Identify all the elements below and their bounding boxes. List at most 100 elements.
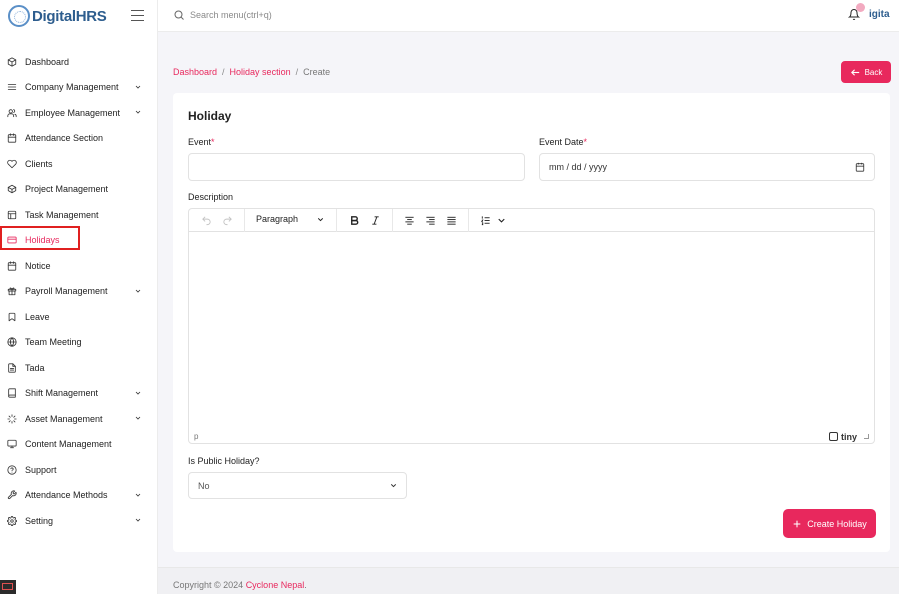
hamburger-menu-icon[interactable] (131, 10, 144, 21)
toolbar-divider (336, 209, 337, 232)
sidebar-item-shift-management[interactable]: Shift Management (0, 381, 157, 407)
form-title: Holiday (188, 109, 232, 123)
monitor-icon (7, 439, 17, 449)
sidebar-item-task-management[interactable]: Task Management (0, 202, 157, 228)
italic-icon[interactable] (368, 213, 382, 227)
redo-icon[interactable] (220, 213, 234, 227)
sidebar-item-attendance-methods[interactable]: Attendance Methods (0, 483, 157, 509)
breadcrumb-holiday-section[interactable]: Holiday section (230, 67, 291, 77)
block-format-value: Paragraph (256, 214, 299, 224)
book-icon (7, 388, 17, 398)
user-name[interactable]: igita (869, 9, 890, 20)
numbered-list-icon[interactable] (478, 213, 492, 227)
sidebar-item-label: Notice (25, 260, 51, 271)
sidebar-item-leave[interactable]: Leave (0, 304, 157, 330)
gift-icon (7, 286, 17, 296)
sidebar-item-asset-management[interactable]: Asset Management (0, 406, 157, 432)
logo-icon (8, 5, 30, 27)
tiny-brand[interactable]: tiny (828, 432, 869, 442)
chevron-down-icon (134, 491, 142, 499)
bookmark-icon (7, 312, 17, 322)
corner-widget[interactable] (0, 580, 16, 594)
sidebar-item-team-meeting[interactable]: Team Meeting (0, 330, 157, 356)
sidebar-item-project-management[interactable]: Project Management (0, 177, 157, 203)
sidebar-item-employee-management[interactable]: Employee Management (0, 100, 157, 126)
calendar-icon (7, 133, 17, 143)
public-holiday-label: Is Public Holiday? (188, 456, 260, 466)
required-mark: * (583, 137, 588, 147)
help-circle-icon (7, 465, 17, 475)
sidebar-item-notice[interactable]: Notice (0, 253, 157, 279)
resize-handle-icon[interactable] (864, 434, 869, 439)
plus-icon (793, 520, 801, 527)
event-date-input[interactable]: mm / dd / yyyy (539, 153, 875, 181)
sidebar-item-label: Attendance Methods (25, 490, 108, 501)
align-justify-icon[interactable] (444, 213, 458, 227)
tiny-logo-icon (828, 432, 838, 441)
top-bar: igita (158, 0, 899, 32)
breadcrumb-separator: / (222, 67, 225, 77)
list-options-chevron-icon[interactable] (494, 213, 508, 227)
toolbar-divider (468, 209, 469, 232)
undo-icon[interactable] (199, 213, 213, 227)
sidebar-item-label: Dashboard (25, 56, 70, 67)
chevron-down-icon (134, 414, 142, 422)
bold-icon[interactable] (347, 213, 361, 227)
heart-icon (7, 159, 17, 169)
sidebar-item-company-management[interactable]: Company Management (0, 75, 157, 101)
chevron-down-icon (134, 108, 142, 116)
sidebar-item-clients[interactable]: Clients (0, 151, 157, 177)
description-label: Description (188, 192, 234, 202)
sidebar-item-content-management[interactable]: Content Management (0, 432, 157, 458)
editor-content-area[interactable] (189, 232, 874, 431)
sidebar-item-setting[interactable]: Setting (0, 508, 157, 534)
bell-icon[interactable] (848, 8, 860, 21)
search-input[interactable] (190, 7, 390, 23)
block-format-select[interactable]: Paragraph (256, 214, 325, 224)
sidebar-item-tada[interactable]: Tada (0, 355, 157, 381)
element-path[interactable]: p (194, 432, 198, 441)
event-date-placeholder: mm / dd / yyyy (549, 162, 608, 172)
create-holiday-button[interactable]: Create Holiday (783, 509, 876, 538)
calendar-icon[interactable] (855, 162, 865, 172)
chevron-down-icon (317, 217, 324, 221)
event-date-label: Event Date* (539, 137, 587, 147)
holiday-form-card: Holiday Event* Event Date* mm / dd / yyy… (173, 93, 890, 552)
sidebar-item-attendance-section[interactable]: Attendance Section (0, 126, 157, 152)
public-holiday-select[interactable]: No (188, 472, 407, 499)
sidebar-item-label: Project Management (25, 184, 109, 195)
breadcrumb-current: Create (303, 67, 331, 77)
required-mark: * (211, 137, 215, 147)
sidebar-item-holidays[interactable]: Holidays (0, 228, 157, 254)
chevron-down-icon (134, 287, 142, 295)
sidebar-item-label: Asset Management (25, 413, 103, 424)
sidebar-item-label: Tada (25, 362, 45, 373)
sidebar-nav: Dashboard Company Management Employee Mana… (0, 49, 157, 534)
toolbar-divider (244, 209, 245, 232)
footer: Copyright © 2024 Cyclone Nepal. (158, 567, 899, 594)
logo[interactable]: DigitalHRS (0, 0, 157, 32)
grid-icon (7, 210, 17, 220)
chevron-down-icon (134, 516, 142, 524)
globe-icon (7, 337, 17, 347)
sidebar-item-label: Task Management (25, 209, 99, 220)
chevron-down-icon (134, 83, 142, 91)
copyright: Copyright © 2024 Cyclone Nepal. (173, 580, 307, 590)
event-label: Event* (188, 137, 215, 147)
sidebar-item-dashboard[interactable]: Dashboard (0, 49, 157, 75)
back-button[interactable]: Back (841, 61, 891, 83)
breadcrumb-separator: / (295, 67, 299, 77)
sidebar-item-support[interactable]: Support (0, 457, 157, 483)
public-holiday-value: No (198, 480, 210, 491)
company-link[interactable]: Cyclone Nepal (246, 580, 305, 590)
sidebar-item-label: Support (25, 464, 57, 475)
breadcrumb-dashboard[interactable]: Dashboard (173, 67, 217, 77)
tool-icon (7, 490, 17, 500)
event-input[interactable] (188, 153, 525, 181)
align-center-icon[interactable] (402, 213, 416, 227)
calendar-icon (7, 261, 17, 271)
gear-icon (7, 515, 17, 526)
search-icon (174, 10, 184, 20)
align-right-icon[interactable] (423, 213, 437, 227)
sidebar-item-payroll-management[interactable]: Payroll Management (0, 279, 157, 305)
